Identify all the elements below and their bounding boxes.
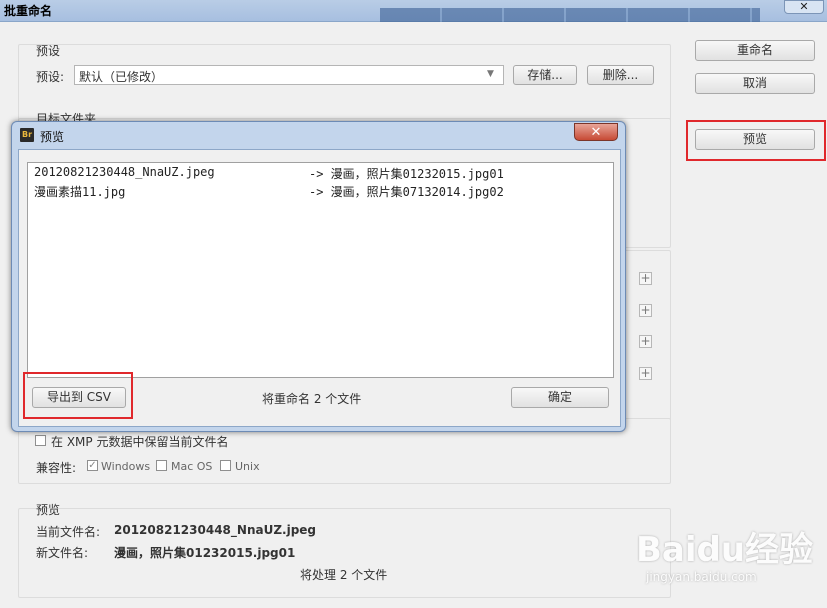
main-title-bar: 批重命名 [0, 0, 827, 22]
target-filename: -> 漫画，照片集07132014.jpg02 [309, 185, 504, 199]
baidu-watermark: Baidu经验 jingyan.baidu.com [632, 512, 822, 598]
cancel-button[interactable]: 取消 [695, 73, 815, 94]
preview-group-title: 预览 [36, 503, 61, 517]
add-rule-plus-icon[interactable]: + [639, 272, 652, 285]
bridge-logo-icon: Br [20, 128, 34, 142]
delete-preset-button[interactable]: 删除... [587, 65, 654, 85]
close-icon: ✕ [590, 125, 602, 140]
unix-checkbox[interactable] [220, 460, 231, 471]
list-item[interactable]: 漫画素描11.jpg -> 漫画，照片集07132014.jpg02 [34, 183, 604, 201]
target-filename: -> 漫画，照片集01232015.jpg01 [309, 167, 504, 181]
preview-dialog-title: 预览 [40, 130, 65, 144]
window-title: 批重命名 [4, 4, 53, 18]
current-filename-label: 当前文件名: [36, 525, 101, 539]
windows-checkbox[interactable]: ✓ [87, 460, 98, 471]
preview-dialog-title-bar: Br 预览 ✕ [12, 122, 625, 148]
preset-select[interactable]: 默认（已修改） ▼ [74, 65, 504, 85]
watermark-brand: Baidu经验 [636, 530, 814, 570]
new-filename-label: 新文件名: [36, 546, 89, 560]
preset-group-title: 预设 [36, 44, 61, 58]
add-rule-plus-icon[interactable]: + [639, 304, 652, 317]
source-filename: 漫画素描11.jpg [34, 185, 126, 199]
export-csv-button[interactable]: 导出到 CSV [32, 387, 126, 408]
windows-label: Windows [101, 460, 151, 473]
ok-button[interactable]: 确定 [511, 387, 609, 408]
add-rule-plus-icon[interactable]: + [639, 367, 652, 380]
xmp-checkbox[interactable] [35, 435, 46, 446]
rename-preview-list[interactable]: 20120821230448_NnaUZ.jpeg -> 漫画，照片集01232… [27, 162, 614, 378]
preview-dialog: Br 预览 ✕ 20120821230448_NnaUZ.jpeg -> 漫画，… [11, 121, 626, 432]
close-icon: ✕ [799, 0, 809, 13]
preview-button[interactable]: 预览 [695, 129, 815, 150]
preview-dialog-body: 20120821230448_NnaUZ.jpeg -> 漫画，照片集01232… [18, 149, 621, 427]
chevron-down-icon: ▼ [487, 69, 494, 79]
macos-label: Mac OS [171, 460, 213, 473]
macos-checkbox[interactable] [156, 460, 167, 471]
dialog-close-button[interactable]: ✕ [574, 123, 618, 141]
add-rule-plus-icon[interactable]: + [639, 335, 652, 348]
source-filename: 20120821230448_NnaUZ.jpeg [34, 165, 215, 179]
title-bar-background-strip [380, 8, 760, 22]
rename-count-status: 将重命名 2 个文件 [262, 392, 362, 406]
compat-label: 兼容性: [36, 461, 77, 475]
new-filename-value: 漫画，照片集01232015.jpg01 [114, 546, 296, 560]
rename-button[interactable]: 重命名 [695, 40, 815, 61]
preset-select-value: 默认（已修改） [79, 70, 164, 84]
watermark-url: jingyan.baidu.com [646, 570, 757, 584]
process-count-text: 将处理 2 个文件 [300, 568, 388, 582]
current-filename-value: 20120821230448_NnaUZ.jpeg [114, 523, 317, 537]
save-preset-button[interactable]: 存储... [513, 65, 577, 85]
list-item[interactable]: 20120821230448_NnaUZ.jpeg -> 漫画，照片集01232… [34, 165, 604, 183]
preset-label: 预设: [36, 70, 65, 84]
unix-label: Unix [235, 460, 260, 473]
main-close-button[interactable]: ✕ [784, 0, 824, 14]
xmp-label: 在 XMP 元数据中保留当前文件名 [51, 435, 229, 449]
